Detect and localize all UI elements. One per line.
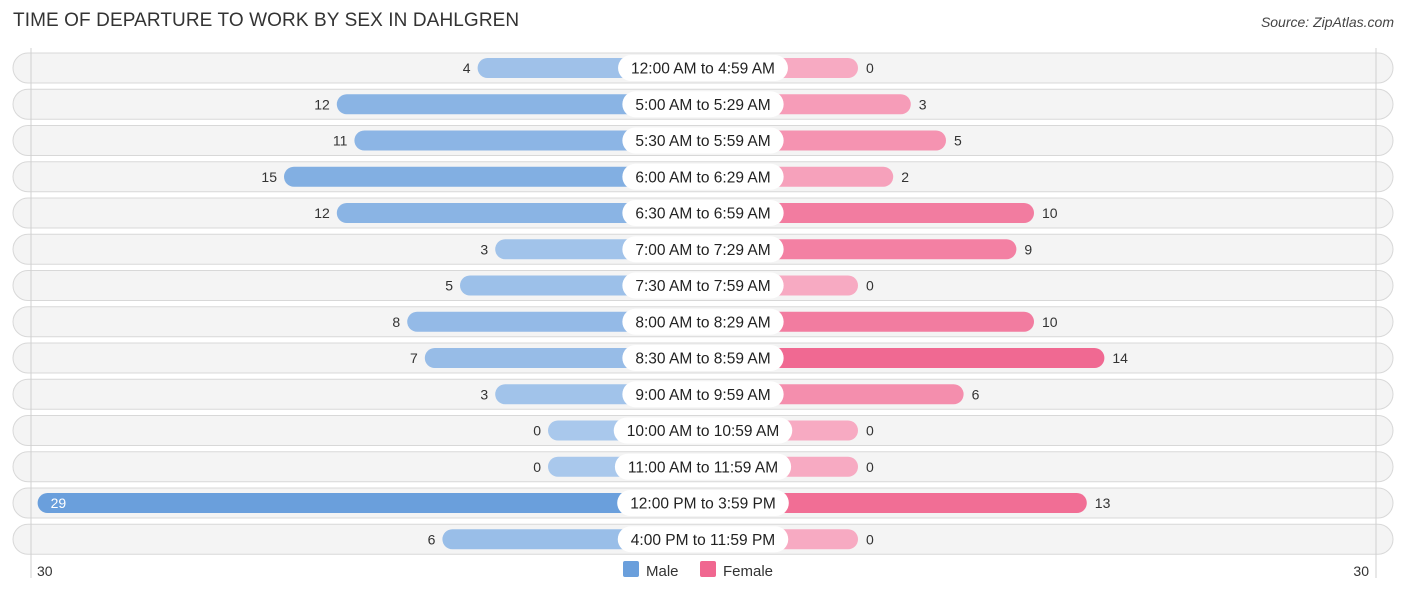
value-label-female: 9: [1024, 241, 1032, 257]
legend-swatch-male: [623, 561, 639, 577]
category-label: 7:30 AM to 7:59 AM: [635, 278, 770, 295]
axis-tick-right: 30: [1353, 563, 1369, 579]
category-label: 5:30 AM to 5:59 AM: [635, 133, 770, 150]
value-label-male: 0: [533, 459, 541, 475]
value-label-female: 10: [1042, 314, 1058, 330]
axis-tick-left: 30: [37, 563, 53, 579]
value-label-female: 14: [1112, 350, 1128, 366]
category-label: 8:00 AM to 8:29 AM: [635, 314, 770, 331]
category-label: 7:00 AM to 7:29 AM: [635, 242, 770, 259]
value-label-male: 15: [261, 169, 277, 185]
legend-swatch-female: [700, 561, 716, 577]
legend-label-female: Female: [723, 563, 773, 580]
value-label-female: 0: [866, 60, 874, 76]
category-label: 6:00 AM to 6:29 AM: [635, 169, 770, 186]
value-label-male: 29: [51, 495, 67, 511]
category-label: 12:00 AM to 4:59 AM: [631, 61, 775, 78]
value-label-female: 3: [919, 96, 927, 112]
legend-label-male: Male: [646, 563, 679, 580]
value-label-male: 3: [480, 386, 488, 402]
value-label-male: 6: [428, 531, 436, 547]
legend: Male Female: [623, 561, 773, 580]
category-label: 10:00 AM to 10:59 AM: [627, 423, 780, 440]
bar-male: [37, 493, 704, 513]
value-label-female: 5: [954, 133, 962, 149]
category-label: 11:00 AM to 11:59 AM: [628, 459, 778, 476]
value-label-male: 4: [463, 60, 471, 76]
value-label-male: 0: [533, 423, 541, 439]
value-label-female: 0: [866, 278, 874, 294]
category-label: 8:30 AM to 8:59 AM: [635, 351, 770, 368]
value-label-female: 13: [1095, 495, 1111, 511]
value-label-female: 0: [866, 459, 874, 475]
value-label-male: 5: [445, 278, 453, 294]
value-label-male: 7: [410, 350, 418, 366]
value-label-male: 8: [392, 314, 400, 330]
category-label: 6:30 AM to 6:59 AM: [635, 206, 770, 223]
chart-area: 4 0 12:00 AM to 4:59 AM 12 3 5:00 AM to 5:29 …: [12, 48, 1394, 580]
value-label-female: 2: [901, 169, 909, 185]
category-label: 4:00 PM to 11:59 PM: [631, 532, 775, 549]
value-label-female: 0: [866, 531, 874, 547]
value-label-female: 10: [1042, 205, 1058, 221]
value-label-male: 11: [333, 133, 348, 149]
value-label-male: 3: [480, 241, 488, 257]
value-label-male: 12: [314, 96, 330, 112]
value-label-female: 6: [972, 386, 980, 402]
category-label: 9:00 AM to 9:59 AM: [635, 387, 770, 404]
value-label-female: 0: [866, 423, 874, 439]
value-label-male: 12: [314, 205, 330, 221]
category-label: 5:00 AM to 5:29 AM: [635, 97, 770, 114]
category-label: 12:00 PM to 3:59 PM: [630, 496, 776, 513]
